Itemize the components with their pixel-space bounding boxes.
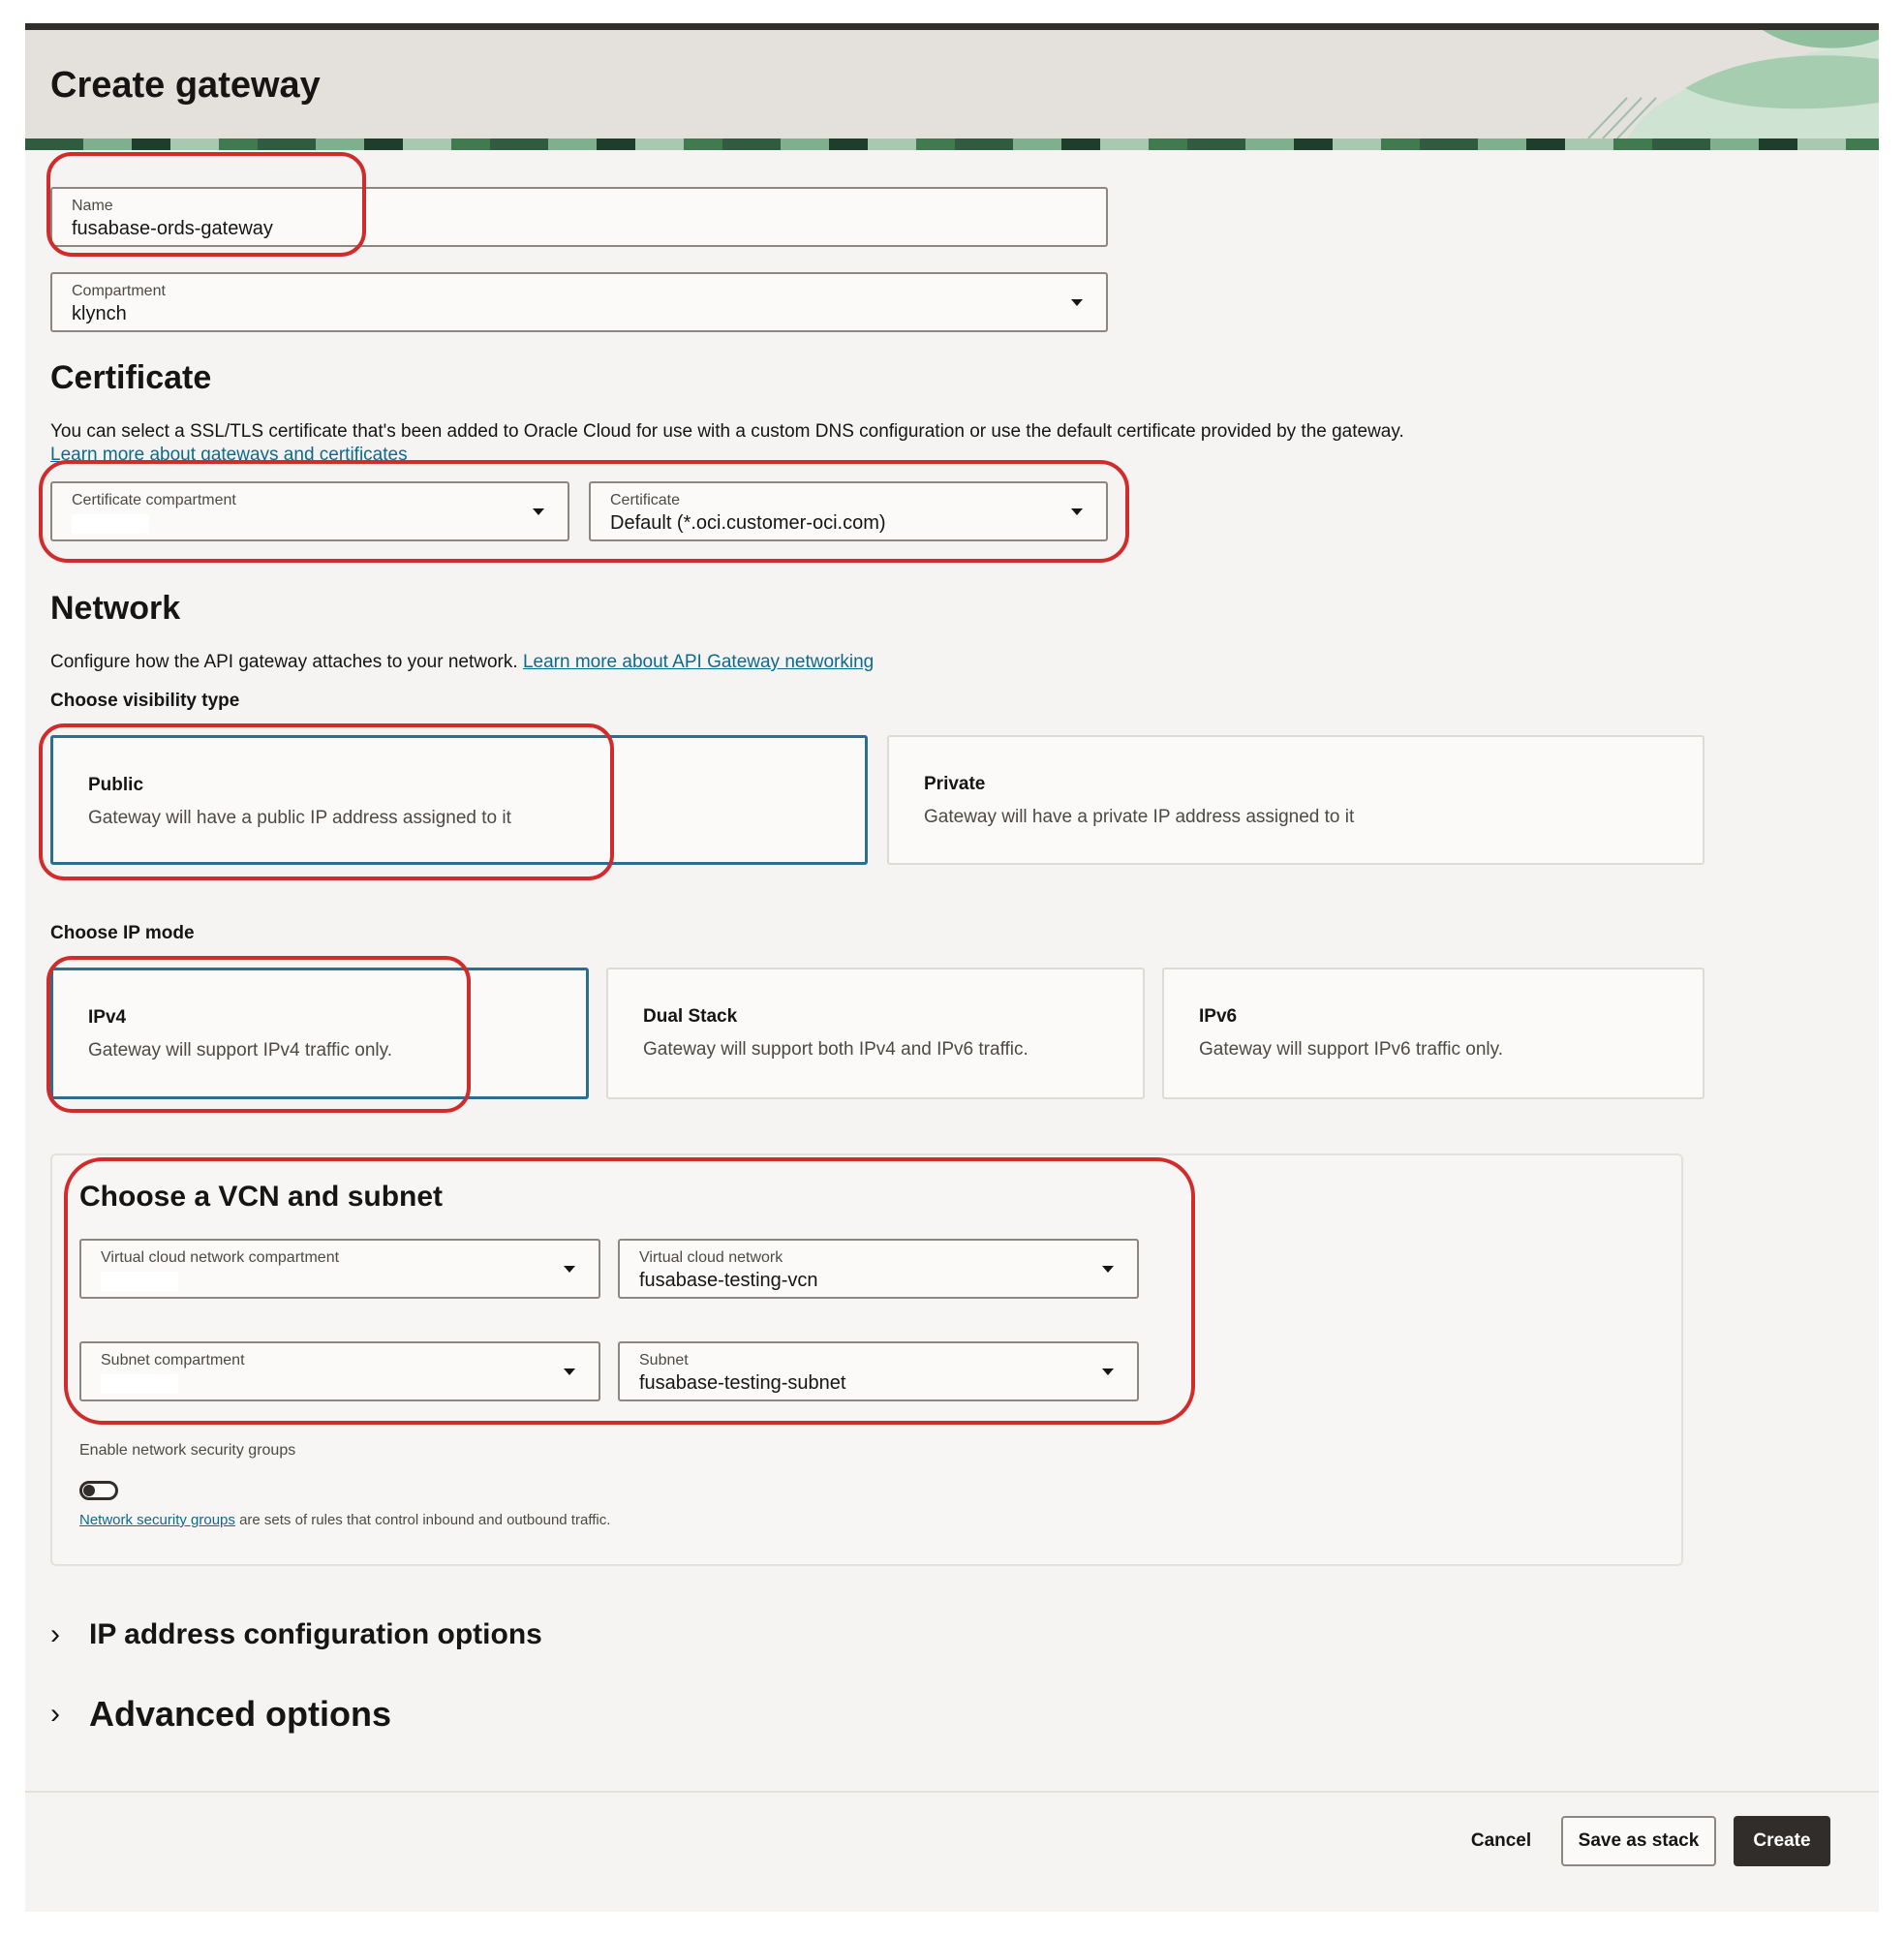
chevron-down-icon[interactable] [564, 1266, 575, 1273]
nsg-toggle-label: Enable network security groups [79, 1442, 296, 1459]
chevron-down-icon[interactable] [1102, 1266, 1114, 1273]
advanced-options-title: Advanced options [89, 1694, 392, 1734]
visibility-option-private[interactable]: Private Gateway will have a private IP a… [887, 735, 1704, 865]
certificate-compartment-value [72, 514, 149, 534]
chevron-right-icon: › [50, 1618, 60, 1650]
ip-mode-option-title: IPv4 [88, 1007, 127, 1028]
visibility-option-title: Public [88, 775, 144, 795]
header-decoration [1587, 30, 1879, 138]
subnet-value: fusabase-testing-subnet [639, 1372, 846, 1394]
ip-mode-option-desc: Gateway will support both IPv4 and IPv6 … [643, 1039, 1029, 1060]
network-heading: Network [50, 590, 181, 627]
vcn-compartment-value [101, 1272, 178, 1291]
chevron-down-icon[interactable] [564, 1368, 575, 1375]
vcn-subnet-heading: Choose a VCN and subnet [79, 1181, 444, 1213]
nsg-help-text: Network security groups are sets of rule… [79, 1512, 610, 1528]
chevron-down-icon[interactable] [1071, 508, 1083, 515]
name-field[interactable]: Name fusabase-ords-gateway [50, 187, 1108, 247]
certificate-compartment-label: Certificate compartment [72, 492, 236, 508]
vcn-select[interactable]: Virtual cloud network fusabase-testing-v… [618, 1239, 1139, 1299]
name-field-label: Name [72, 198, 113, 214]
compartment-value: klynch [72, 303, 127, 324]
certificate-description: You can select a SSL/TLS certificate tha… [50, 421, 1404, 442]
nsg-link[interactable]: Network security groups [79, 1512, 235, 1528]
subnet-label: Subnet [639, 1352, 689, 1368]
footer-action-bar: Cancel Save as stack Create [25, 1791, 1879, 1912]
visibility-option-public[interactable]: Public Gateway will have a public IP add… [50, 735, 868, 865]
nsg-toggle[interactable] [79, 1481, 118, 1500]
ip-mode-label: Choose IP mode [50, 923, 195, 943]
chevron-down-icon[interactable] [1102, 1368, 1114, 1375]
ip-mode-option-desc: Gateway will support IPv4 traffic only. [88, 1040, 392, 1061]
ip-mode-option-dual-stack[interactable]: Dual Stack Gateway will support both IPv… [606, 968, 1145, 1099]
chevron-right-icon: › [50, 1698, 60, 1730]
vcn-compartment-select[interactable]: Virtual cloud network compartment [79, 1239, 600, 1299]
compartment-select[interactable]: Compartment klynch [50, 272, 1108, 332]
ip-mode-option-title: Dual Stack [643, 1006, 738, 1027]
subnet-select[interactable]: Subnet fusabase-testing-subnet [618, 1341, 1139, 1401]
create-gateway-panel: Create gateway Name fusabase-ords-gatewa… [25, 23, 1879, 1912]
ip-mode-option-desc: Gateway will support IPv6 traffic only. [1199, 1039, 1503, 1060]
subnet-compartment-label: Subnet compartment [101, 1352, 245, 1368]
network-description-line: Configure how the API gateway attaches t… [50, 652, 874, 673]
vcn-compartment-label: Virtual cloud network compartment [101, 1249, 340, 1266]
compartment-label: Compartment [72, 283, 166, 299]
ip-address-config-title: IP address configuration options [89, 1618, 542, 1650]
ip-mode-option-title: IPv6 [1199, 1006, 1238, 1027]
certificate-compartment-select[interactable]: Certificate compartment [50, 481, 569, 541]
vcn-label: Virtual cloud network [639, 1249, 783, 1266]
vcn-value: fusabase-testing-vcn [639, 1270, 818, 1291]
advanced-options-expander[interactable]: › Advanced options [50, 1694, 391, 1735]
certificate-learn-more-link[interactable]: Learn more about gateways and certificat… [50, 445, 408, 462]
page-title: Create gateway [50, 65, 321, 106]
certificate-value: Default (*.oci.customer-oci.com) [610, 512, 886, 534]
ip-mode-option-ipv6[interactable]: IPv6 Gateway will support IPv6 traffic o… [1162, 968, 1704, 1099]
save-as-stack-button[interactable]: Save as stack [1561, 1816, 1716, 1866]
ip-address-config-expander[interactable]: › IP address configuration options [50, 1618, 542, 1651]
visibility-type-label: Choose visibility type [50, 691, 240, 711]
header-banner-strip [25, 138, 1879, 150]
create-button[interactable]: Create [1734, 1816, 1830, 1866]
visibility-option-desc: Gateway will have a private IP address a… [924, 807, 1355, 827]
chevron-down-icon[interactable] [1071, 299, 1083, 306]
vcn-subnet-section: Choose a VCN and subnet Virtual cloud ne… [50, 1153, 1683, 1566]
visibility-option-title: Private [924, 774, 986, 794]
subnet-compartment-select[interactable]: Subnet compartment [79, 1341, 600, 1401]
network-description: Configure how the API gateway attaches t… [50, 652, 518, 672]
subnet-compartment-value [101, 1374, 178, 1394]
name-field-value[interactable]: fusabase-ords-gateway [72, 218, 273, 240]
certificate-heading: Certificate [50, 359, 212, 396]
page-header: Create gateway [25, 30, 1879, 138]
visibility-option-desc: Gateway will have a public IP address as… [88, 808, 511, 828]
nsg-help: are sets of rules that control inbound a… [234, 1512, 611, 1528]
network-learn-more-link[interactable]: Learn more about API Gateway networking [523, 652, 874, 672]
certificate-label: Certificate [610, 492, 681, 508]
cancel-button[interactable]: Cancel [1445, 1816, 1557, 1866]
certificate-select[interactable]: Certificate Default (*.oci.customer-oci.… [589, 481, 1108, 541]
ip-mode-option-ipv4[interactable]: IPv4 Gateway will support IPv4 traffic o… [50, 968, 589, 1099]
chevron-down-icon[interactable] [533, 508, 544, 515]
toggle-knob [83, 1485, 95, 1496]
